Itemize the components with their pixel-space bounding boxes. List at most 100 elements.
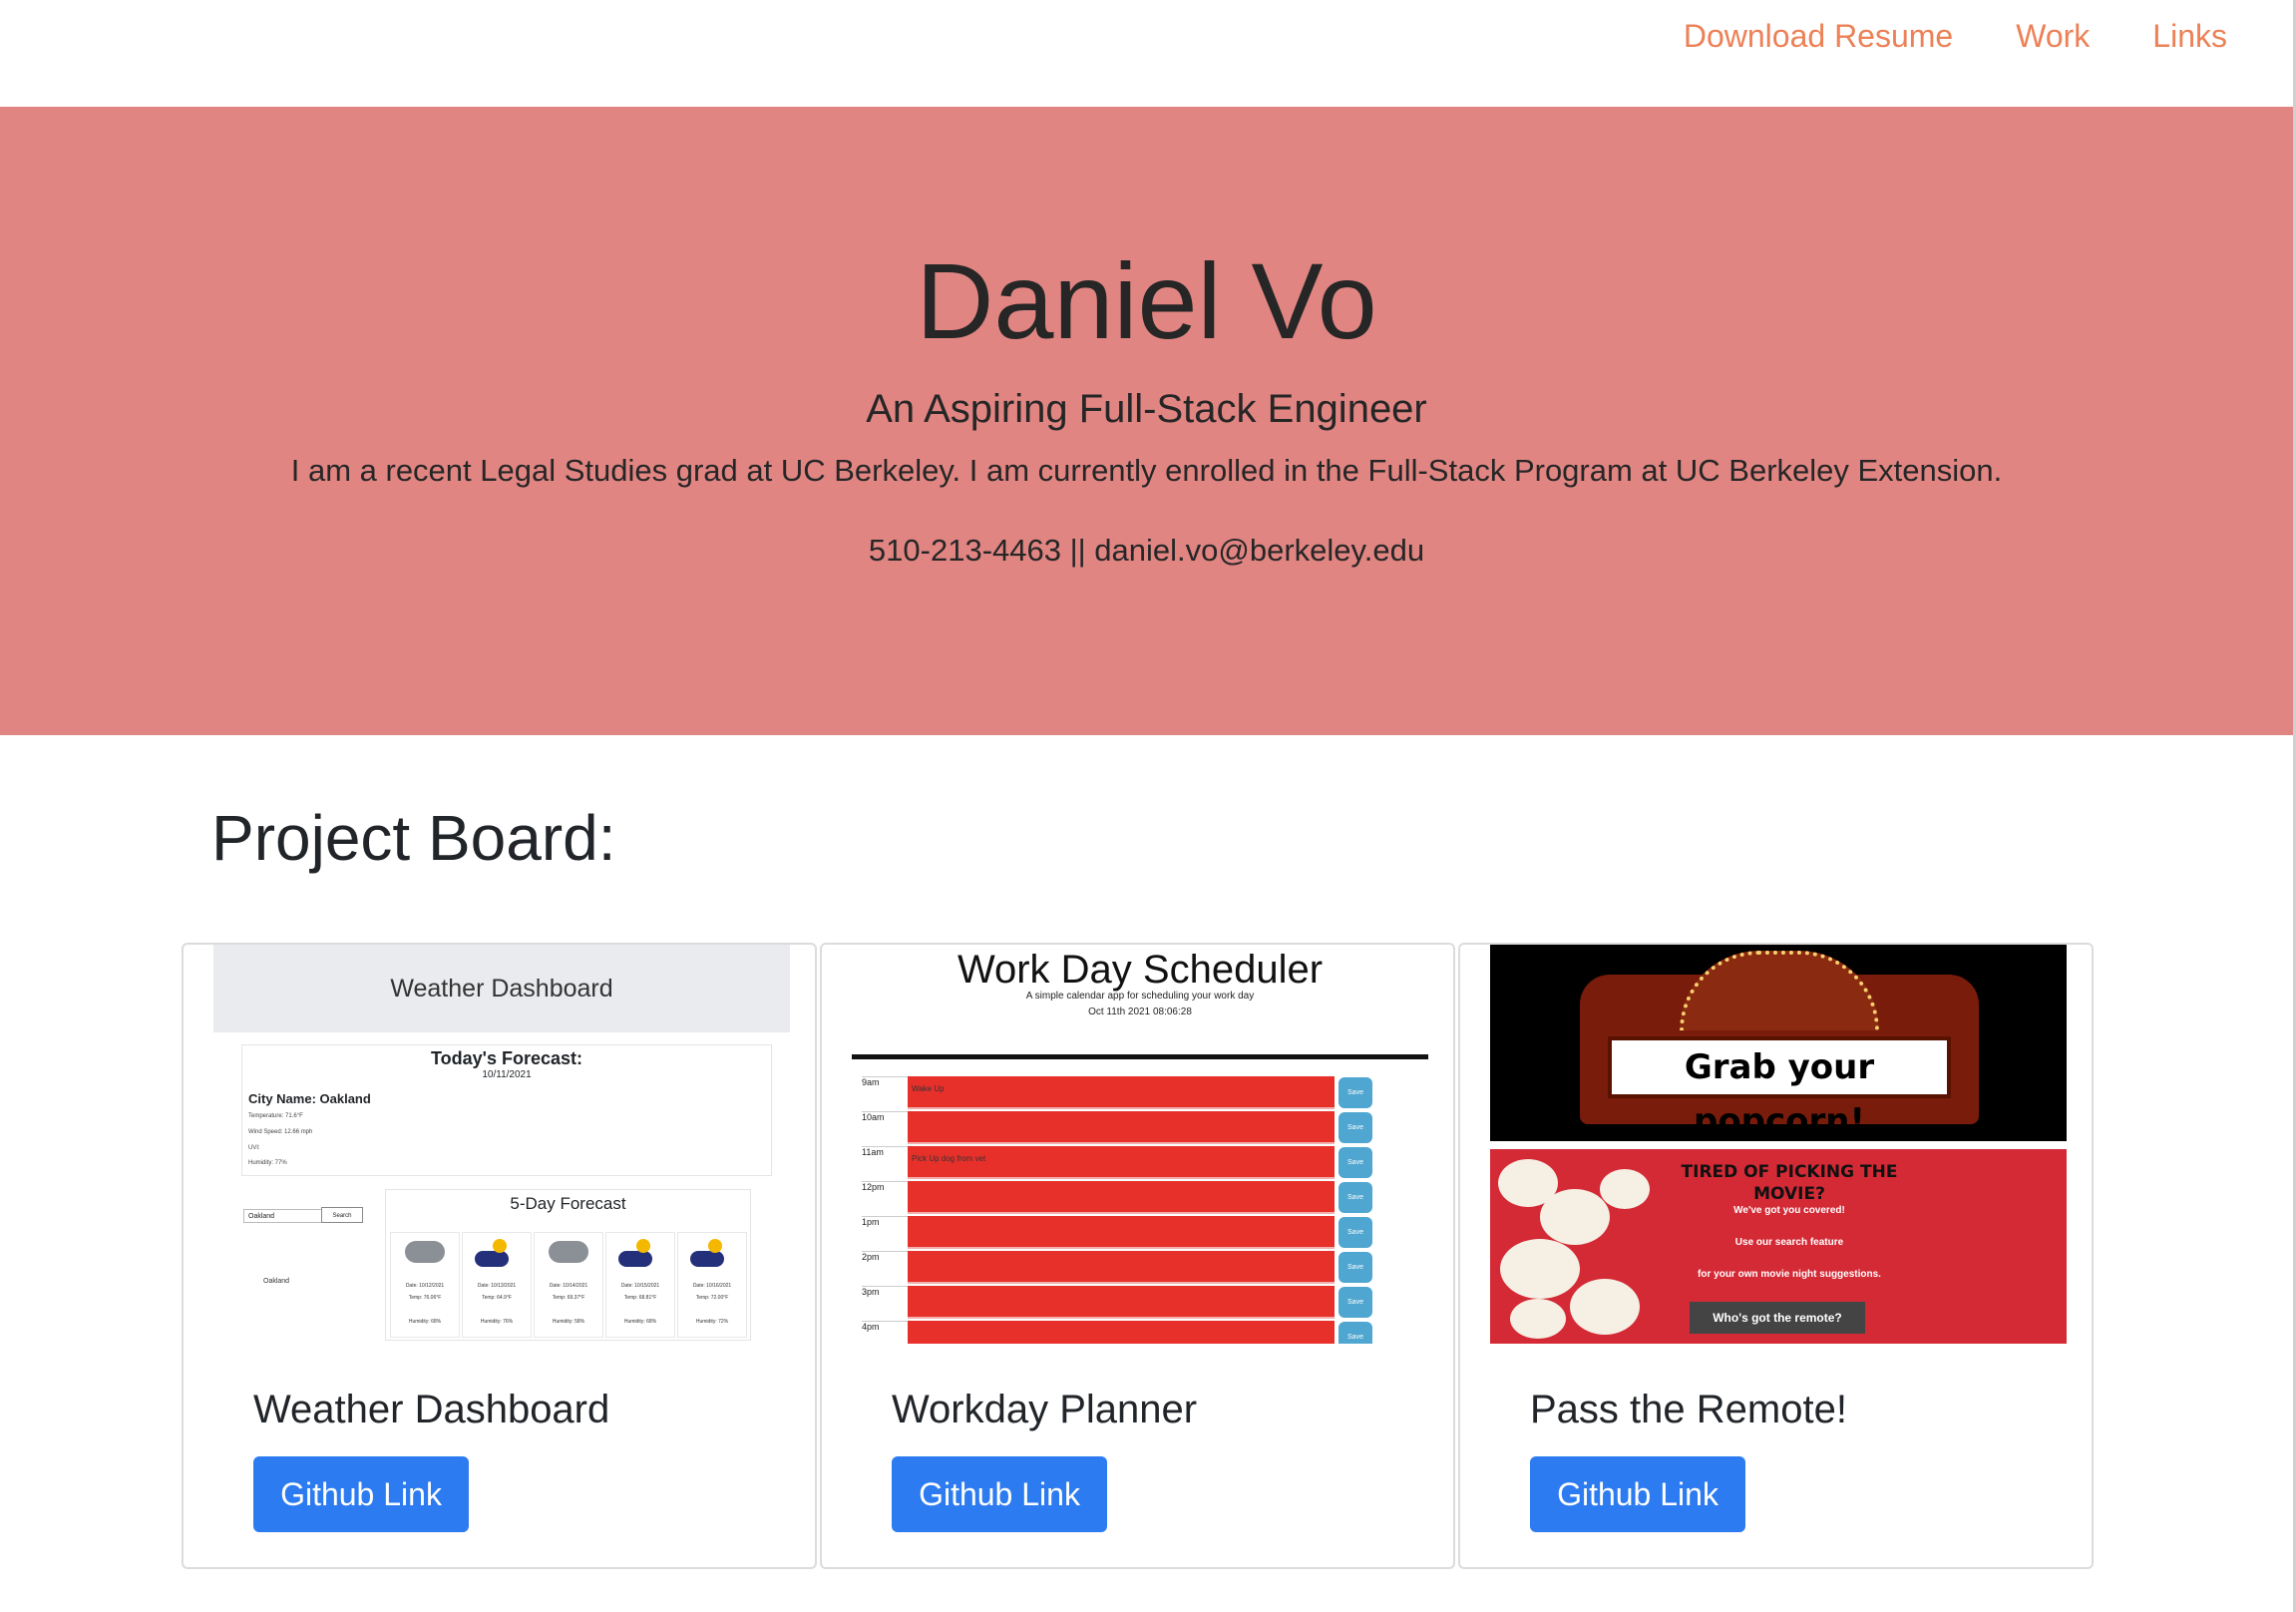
download-resume-link[interactable]: Download Resume bbox=[1684, 14, 1953, 58]
popcorn-piece bbox=[1500, 1239, 1580, 1299]
pass-the-remote-screenshot: Grab your popcorn! TIRED OF PICKING THE … bbox=[1490, 945, 2067, 1344]
ws-save: Save bbox=[1339, 1322, 1372, 1344]
ws-row: 9am Wake Up Save bbox=[852, 1076, 1428, 1111]
ws-block: Wake Up bbox=[908, 1076, 1335, 1109]
ws-save: Save bbox=[1339, 1287, 1372, 1318]
wd-day-temp: Temp: 72.00°F bbox=[695, 1295, 729, 1301]
project-card-pass-the-remote: Grab your popcorn! TIRED OF PICKING THE … bbox=[1458, 943, 2094, 1569]
wd-day-humidity: Humidity: 68% bbox=[623, 1319, 657, 1325]
ws-subtitle: A simple calendar app for scheduling you… bbox=[1025, 991, 1255, 1002]
ws-hour: 11am bbox=[862, 1146, 908, 1182]
ws-hour: 1pm bbox=[862, 1216, 908, 1252]
wd-day-date: Date: 10/15/2021 bbox=[620, 1283, 660, 1289]
cloud-icon bbox=[549, 1241, 588, 1263]
pr-marquee-banner: Grab your popcorn! bbox=[1490, 945, 2067, 1141]
hero-subtitle: An Aspiring Full-Stack Engineer bbox=[866, 387, 1427, 431]
ws-hour: 9am bbox=[862, 1076, 908, 1112]
ws-hour: 12pm bbox=[862, 1181, 908, 1217]
wd-search-button: Search bbox=[321, 1207, 363, 1223]
hero-contact: 510-213-4463 || daniel.vo@berkeley.edu bbox=[868, 533, 1425, 568]
rain-icon bbox=[475, 1251, 509, 1267]
ws-hour: 10am bbox=[862, 1111, 908, 1147]
ws-row: 2pm Save bbox=[852, 1251, 1428, 1286]
wd-five-day-panel: 5-Day Forecast Date: 10/12/2021 Temp: 76… bbox=[385, 1189, 751, 1341]
cloud-icon bbox=[405, 1241, 445, 1263]
ws-save: Save bbox=[1339, 1077, 1372, 1108]
pr-marquee-sign: Grab your popcorn! bbox=[1608, 1036, 1951, 1141]
wd-day-date: Date: 10/14/2021 bbox=[549, 1283, 588, 1289]
ws-block: Pick Up dog from vet bbox=[908, 1146, 1335, 1179]
ws-row: 1pm Save bbox=[852, 1216, 1428, 1251]
pr-marquee: Grab your popcorn! bbox=[1580, 951, 1979, 1141]
ws-row: 11am Pick Up dog from vet Save bbox=[852, 1146, 1428, 1181]
wd-day-card: Date: 10/16/2021 Temp: 72.00°F Humidity:… bbox=[677, 1232, 747, 1338]
wd-uvi: UVI: bbox=[248, 1145, 260, 1151]
rain-icon bbox=[618, 1251, 652, 1267]
ws-block bbox=[908, 1321, 1335, 1344]
pr-marquee-text: Grab your popcorn! bbox=[1684, 1047, 1875, 1141]
wd-wind: Wind Speed: 12.66 mph bbox=[248, 1129, 313, 1135]
popcorn-piece bbox=[1540, 1189, 1610, 1245]
pr-line: Use our search feature bbox=[1734, 1237, 1844, 1248]
pr-line: for your own movie night suggestions. bbox=[1698, 1269, 1881, 1280]
pr-popcorn-panel: TIRED OF PICKING THE MOVIE? We've got yo… bbox=[1490, 1149, 2067, 1344]
wd-humidity: Humidity: 77% bbox=[248, 1160, 287, 1166]
github-link-button[interactable]: Github Link bbox=[253, 1456, 469, 1532]
weather-dashboard-screenshot: Weather Dashboard Today's Forecast: 10/1… bbox=[213, 945, 790, 1344]
ws-title: Work Day Scheduler bbox=[957, 948, 1324, 992]
ws-save: Save bbox=[1339, 1112, 1372, 1143]
wd-day-temp: Temp: 76.06°F bbox=[408, 1295, 442, 1301]
wd-day-card: Date: 10/14/2021 Temp: 69.37°F Humidity:… bbox=[534, 1232, 603, 1338]
ws-block bbox=[908, 1216, 1335, 1249]
ws-save: Save bbox=[1339, 1182, 1372, 1213]
wd-city: City Name: Oakland bbox=[248, 1091, 371, 1106]
hero-bio: I am a recent Legal Studies grad at UC B… bbox=[290, 453, 2003, 488]
project-card-weather: Weather Dashboard Today's Forecast: 10/1… bbox=[182, 943, 817, 1569]
wd-day-date: Date: 10/12/2021 bbox=[405, 1283, 445, 1289]
pr-line: We've got you covered! bbox=[1733, 1205, 1845, 1216]
rain-icon bbox=[690, 1251, 724, 1267]
wd-day-card: Date: 10/15/2021 Temp: 68.81°F Humidity:… bbox=[605, 1232, 675, 1338]
project-cards: Weather Dashboard Today's Forecast: 10/1… bbox=[182, 943, 2094, 1569]
wd-temperature: Temperature: 71.6°F bbox=[248, 1113, 303, 1119]
wd-history-item: Oakland bbox=[263, 1278, 290, 1285]
github-link-button[interactable]: Github Link bbox=[1530, 1456, 1745, 1532]
popcorn-piece bbox=[1600, 1169, 1650, 1209]
wd-day-date: Date: 10/13/2021 bbox=[477, 1283, 517, 1289]
wd-day-card: Date: 10/13/2021 Temp: 64.9°F Humidity: … bbox=[462, 1232, 532, 1338]
wd-day-humidity: Humidity: 72% bbox=[695, 1319, 729, 1325]
sun-icon bbox=[493, 1239, 507, 1253]
hero-banner: Daniel Vo An Aspiring Full-Stack Enginee… bbox=[0, 107, 2293, 735]
top-nav: Download Resume Work Links bbox=[0, 0, 2293, 107]
ws-row: 4pm Save bbox=[852, 1321, 1428, 1344]
links-link[interactable]: Links bbox=[2152, 14, 2227, 58]
project-title: Pass the Remote! bbox=[1530, 1388, 1847, 1431]
project-card-workday: Work Day Scheduler A simple calendar app… bbox=[820, 943, 1455, 1569]
work-link[interactable]: Work bbox=[2016, 14, 2090, 58]
ws-block bbox=[908, 1286, 1335, 1319]
wd-today-title: Today's Forecast: bbox=[431, 1048, 582, 1068]
popcorn-piece bbox=[1510, 1299, 1566, 1339]
work-day-scheduler-screenshot: Work Day Scheduler A simple calendar app… bbox=[852, 945, 1428, 1344]
ws-row: 10am Save bbox=[852, 1111, 1428, 1146]
github-link-button[interactable]: Github Link bbox=[892, 1456, 1107, 1532]
ws-block bbox=[908, 1111, 1335, 1144]
wd-header: Weather Dashboard bbox=[213, 945, 790, 1032]
ws-block bbox=[908, 1181, 1335, 1214]
ws-row: 3pm Save bbox=[852, 1286, 1428, 1321]
ws-save: Save bbox=[1339, 1252, 1372, 1283]
project-title: Workday Planner bbox=[892, 1388, 1198, 1431]
project-board-title: Project Board: bbox=[211, 802, 616, 874]
ws-hour: 3pm bbox=[862, 1286, 908, 1322]
wd-day-temp: Temp: 68.81°F bbox=[623, 1295, 657, 1301]
ws-save: Save bbox=[1339, 1217, 1372, 1248]
hero-name: Daniel Vo bbox=[916, 240, 1377, 361]
wd-today-date: 10/11/2021 bbox=[482, 1069, 532, 1080]
pr-question: TIRED OF PICKING THE MOVIE? bbox=[1681, 1162, 1898, 1204]
ws-hour: 2pm bbox=[862, 1251, 908, 1287]
ws-divider bbox=[852, 1054, 1428, 1059]
ws-date: Oct 11th 2021 08:06:28 bbox=[1088, 1007, 1192, 1017]
pr-cta: Who's got the remote? bbox=[1690, 1302, 1865, 1334]
wd-day-temp: Temp: 69.37°F bbox=[552, 1295, 585, 1301]
pr-gap bbox=[1490, 1141, 2067, 1149]
